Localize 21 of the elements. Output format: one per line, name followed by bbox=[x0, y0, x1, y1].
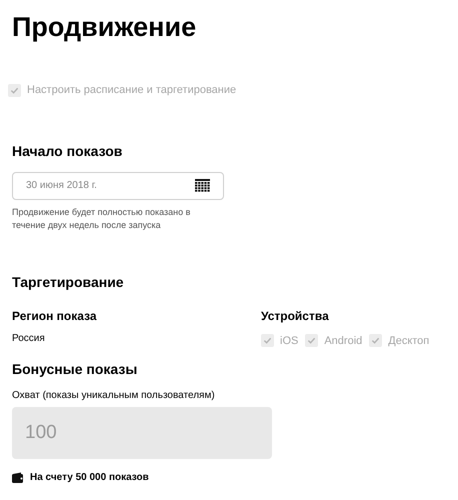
checkbox-label: iOS bbox=[280, 334, 298, 348]
checkmark-icon bbox=[10, 86, 19, 95]
checkmark-icon bbox=[263, 336, 272, 346]
checkbox-label: Настроить расписание и таргетирование bbox=[27, 83, 236, 98]
region-value: Россия bbox=[12, 332, 46, 346]
section-heading: Таргетирование bbox=[12, 272, 125, 292]
subsection-heading: Устройства bbox=[261, 308, 330, 324]
page-title: Продвижение bbox=[12, 11, 198, 44]
checkbox-label: Десктоп bbox=[388, 334, 430, 348]
field-label: Охват (показы уникальным пользователям) bbox=[12, 389, 216, 403]
balance-text: На счету 50 000 показов bbox=[30, 471, 149, 485]
calendar-icon bbox=[195, 179, 210, 192]
subsection-heading: Регион показа bbox=[12, 308, 98, 324]
date-field[interactable]: 30 июня 2018 г. bbox=[12, 172, 224, 200]
section-heading: Бонусные показы bbox=[12, 360, 138, 379]
checkmark-icon bbox=[307, 336, 316, 346]
section-heading: Начало показов bbox=[12, 142, 124, 160]
wallet-icon bbox=[12, 472, 24, 483]
checkbox-label: Android bbox=[324, 334, 362, 348]
checkmark-icon bbox=[371, 336, 380, 346]
hint-text: Продвижение будет полностью показано в течение двух недель после запуска bbox=[12, 206, 192, 232]
